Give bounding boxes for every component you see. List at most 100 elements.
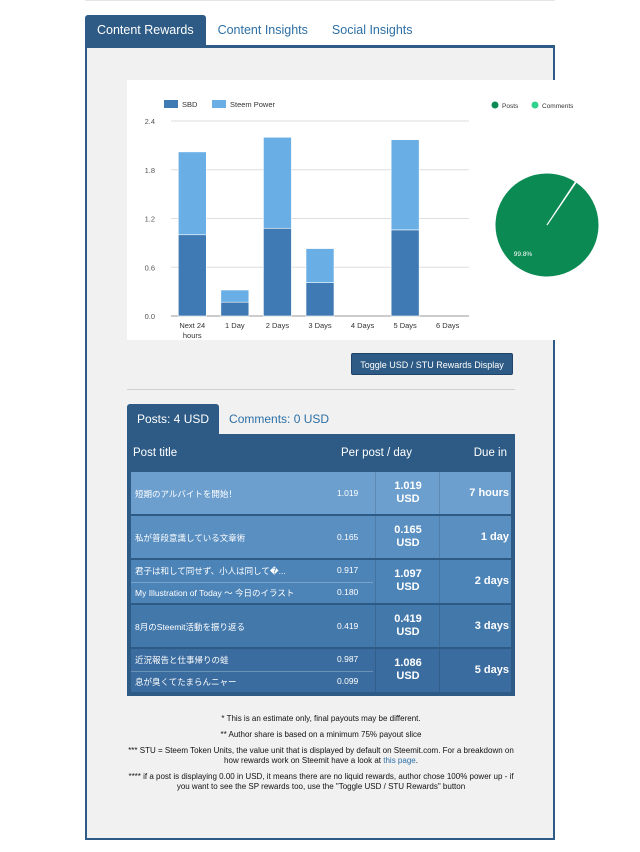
post-title-link[interactable]: 息が臭くてたまらんニャー — [135, 676, 335, 688]
x-tick-label: 4 Days — [351, 321, 375, 330]
post-value: 0.917 — [337, 565, 359, 575]
x-tick-label: 1 Day — [225, 321, 245, 330]
post-title-link[interactable]: 近況報告と仕事帰りの蛙 — [135, 654, 335, 666]
column-divider — [439, 605, 440, 647]
footnotes: * This is an estimate only, final payout… — [127, 714, 515, 798]
post-value: 0.419 — [337, 620, 359, 631]
usd-total: 1.019 USD — [377, 480, 439, 506]
column-divider — [439, 472, 440, 514]
bar-steem-power-1 — [220, 289, 250, 303]
usd-total-unit: USD — [396, 581, 420, 593]
footnote-author-share: ** Author share is based on a minimum 75… — [220, 730, 422, 739]
x-tick-label: 6 Days — [436, 321, 460, 330]
x-tick-label: 3 Days — [308, 321, 332, 330]
table-row: 短期のアルバイトを開始！ 1.019 1.019 USD 7 hours — [131, 472, 511, 514]
legend-swatch-0 — [164, 100, 178, 108]
column-divider — [375, 560, 376, 603]
bar-steem-power-2 — [263, 136, 292, 229]
usd-total-value: 1.019 — [394, 479, 422, 492]
pie-slice-label: 99.8% — [514, 251, 533, 258]
tab-content-insights[interactable]: Content Insights — [206, 15, 320, 45]
x-tick-label: 5 Days — [393, 321, 417, 330]
rewards-table: Post title Per post / day Due in 短期のアルバイ… — [127, 434, 515, 696]
due-in: 3 days — [474, 619, 509, 632]
tab-social-insights[interactable]: Social Insights — [320, 15, 425, 45]
column-divider — [375, 605, 376, 647]
toggle-usd-stu-button[interactable]: Toggle USD / STU Rewards Display — [351, 353, 513, 375]
column-divider — [439, 649, 440, 692]
column-divider — [439, 516, 440, 558]
due-in: 5 days — [474, 664, 509, 676]
footnote-stu-text: *** STU = Steem Token Units, the value u… — [128, 746, 514, 765]
tab-content-rewards[interactable]: Content Rewards — [85, 15, 206, 45]
pie-legend-dot-0 — [491, 101, 499, 109]
footnote-stu: *** STU = Steem Token Units, the value u… — [127, 746, 515, 766]
header-per-post-day: Per post / day — [341, 447, 412, 459]
column-divider — [439, 560, 440, 603]
post-title-link[interactable]: My Illustration of Today 〜 今日のイラスト — [135, 587, 335, 599]
usd-total: 0.165 USD — [377, 524, 439, 550]
this-page-link[interactable]: this page — [383, 756, 415, 765]
rewards-bar-chart: SBD Steem Power 0.0 0.6 1.2 1.8 2.4 Next 24hour… — [145, 100, 469, 340]
row-divider — [131, 671, 373, 672]
main-tabs: Content Rewards Content Insights Social … — [85, 15, 425, 45]
usd-total-value: 1.086 — [394, 657, 422, 669]
y-tick-label: 0.6 — [145, 263, 155, 272]
usd-total: 1.097 USD — [377, 568, 439, 594]
header-post-title: Post title — [133, 447, 178, 459]
bar-sbd-2 — [263, 227, 292, 317]
column-divider — [375, 472, 376, 514]
post-value: 0.165 — [337, 531, 359, 542]
tab-posts[interactable]: Posts: 4 USD — [127, 404, 220, 434]
bar-steem-power-5 — [390, 139, 420, 231]
pie-legend-label-1: Comments — [542, 103, 574, 110]
table-row: 君子は和して同せず、小人は同して�... 0.917 My Illustration… — [131, 560, 511, 603]
usd-total-unit: USD — [396, 670, 420, 682]
pie-legend-label-0: Posts — [502, 103, 519, 110]
post-value: 0.099 — [337, 676, 359, 686]
footnote-zero-usd: **** if a post is displaying 0.00 in USD… — [128, 772, 514, 791]
usd-total-value: 1.097 — [394, 568, 422, 580]
legend-swatch-1 — [212, 100, 226, 108]
posts-comments-pie-chart: Posts Comments 99.8% — [487, 88, 607, 288]
rewards-subtabs: Posts: 4 USD Comments: 0 USD — [127, 404, 339, 434]
y-tick-label: 1.2 — [145, 215, 155, 224]
x-tick-label: Next 24 — [179, 321, 205, 330]
usd-total: 1.086 USD — [377, 657, 439, 683]
usd-total-value: 0.419 — [394, 612, 422, 625]
post-value: 0.987 — [337, 654, 359, 664]
post-value: 0.180 — [337, 587, 359, 597]
table-row: 私が普段意識している文章術 0.165 0.165 USD 1 day — [131, 516, 511, 558]
top-divider — [85, 0, 555, 1]
y-tick-label: 1.8 — [145, 166, 155, 175]
bar-steem-power-0 — [177, 151, 207, 236]
usd-total-value: 0.165 — [394, 523, 422, 536]
footnote-stu-end: . — [415, 756, 418, 765]
bar-sbd-3 — [305, 282, 335, 317]
usd-total: 0.419 USD — [377, 613, 439, 639]
tab-comments[interactable]: Comments: 0 USD — [219, 404, 339, 434]
post-title-link[interactable]: 君子は和して同せず、小人は同して�... — [135, 565, 335, 577]
bar-sbd-1 — [220, 301, 250, 317]
post-value: 1.019 — [337, 487, 359, 498]
section-divider — [127, 389, 515, 390]
content-rewards-panel: SBD Steem Power 0.0 0.6 1.2 1.8 2.4 Next 24 hour… — [85, 45, 607, 840]
table-row: 8月のSteemit活動を振り返る 0.419 0.419 USD 3 days — [131, 605, 511, 647]
footnote-estimate: * This is an estimate only, final payout… — [221, 714, 421, 723]
usd-total-unit: USD — [396, 536, 420, 549]
usd-total-unit: USD — [396, 625, 420, 638]
column-divider — [375, 649, 376, 692]
post-title-link[interactable]: 短期のアルバイトを開始！ — [135, 488, 335, 500]
table-row: 近況報告と仕事帰りの蛙 0.987 息が臭くてたまらんニャー 0.099 1.086 US… — [131, 649, 511, 692]
legend-label-1: Steem Power — [230, 100, 276, 109]
post-title-link[interactable]: 8月のSteemit活動を振り返る — [135, 621, 335, 633]
due-in: 1 day — [480, 530, 509, 543]
y-tick-label: 2.4 — [145, 117, 155, 126]
row-divider — [131, 582, 373, 583]
due-in: 7 hours — [469, 486, 509, 499]
legend-label-0: SBD — [182, 100, 198, 109]
bar-sbd-0 — [177, 234, 207, 317]
y-tick-label: 0.0 — [145, 312, 155, 321]
post-title-link[interactable]: 私が普段意識している文章術 — [135, 532, 335, 544]
column-divider — [375, 516, 376, 558]
